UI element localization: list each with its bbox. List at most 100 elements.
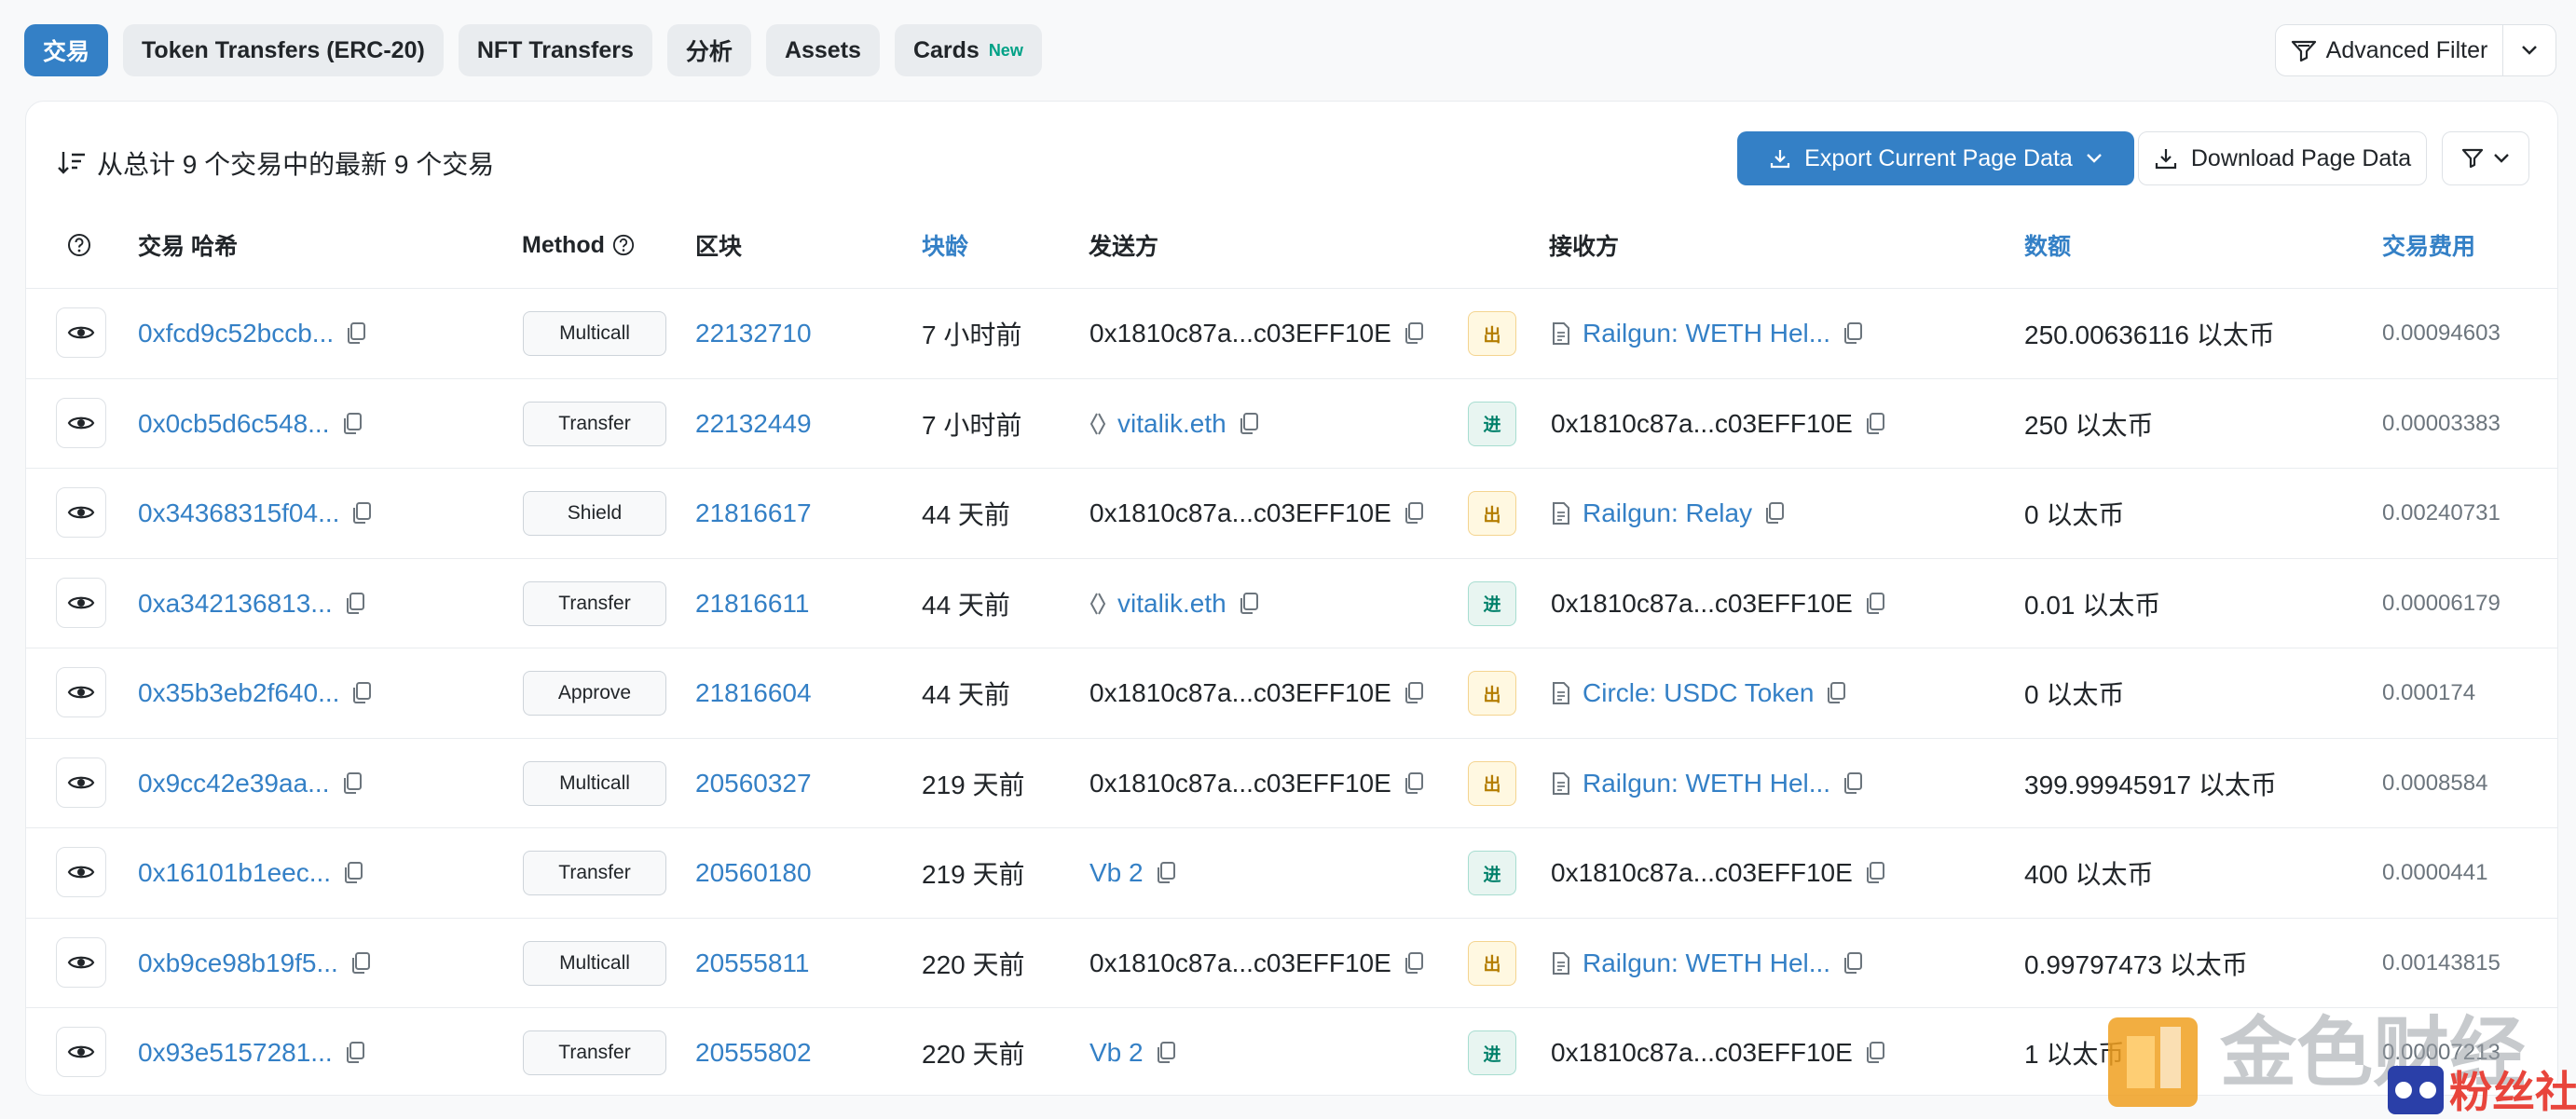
- to-address-link[interactable]: Railgun: WETH Hel...: [1583, 948, 1830, 978]
- copy-hash-icon[interactable]: [345, 321, 367, 346]
- tab-transactions[interactable]: 交易: [24, 24, 109, 76]
- tx-hash-link[interactable]: 0xfcd9c52bccb...: [138, 319, 334, 348]
- copy-hash-icon[interactable]: [342, 861, 364, 885]
- tx-hash-link[interactable]: 0x34368315f04...: [138, 498, 339, 528]
- copy-hash-icon[interactable]: [350, 681, 373, 705]
- copy-from-icon[interactable]: [1403, 771, 1425, 796]
- view-details-button[interactable]: [56, 307, 106, 358]
- copy-hash-icon[interactable]: [341, 771, 363, 796]
- block-link[interactable]: 22132449: [695, 379, 812, 469]
- to-address[interactable]: 0x1810c87a...c03EFF10E: [1551, 409, 1853, 439]
- from-cell: vitalik.eth: [1089, 559, 1260, 648]
- question-circle-icon[interactable]: [612, 234, 635, 256]
- copy-from-icon[interactable]: [1403, 951, 1425, 976]
- block-link[interactable]: 21816611: [695, 559, 810, 648]
- copy-to-icon[interactable]: [1842, 321, 1864, 346]
- copy-to-icon[interactable]: [1864, 861, 1886, 885]
- hash-cell: 0x16101b1eec...: [138, 828, 364, 918]
- tx-hash-link[interactable]: 0x93e5157281...: [138, 1038, 333, 1068]
- copy-from-icon[interactable]: [1238, 412, 1260, 436]
- copy-to-icon[interactable]: [1864, 592, 1886, 616]
- block-link[interactable]: 20555802: [695, 1008, 812, 1098]
- view-details-button[interactable]: [56, 397, 106, 448]
- tab-nft-transfers[interactable]: NFT Transfers: [458, 24, 652, 76]
- from-address-link[interactable]: vitalik.eth: [1117, 589, 1226, 619]
- sort-descending-icon[interactable]: [56, 149, 88, 177]
- copy-from-icon[interactable]: [1403, 681, 1425, 705]
- block-link[interactable]: 20560180: [695, 828, 812, 918]
- tab-token-transfers[interactable]: Token Transfers (ERC-20): [123, 24, 444, 76]
- copy-to-icon[interactable]: [1842, 771, 1864, 796]
- eye-icon: [67, 863, 95, 881]
- from-address-link[interactable]: Vb 2: [1089, 858, 1144, 888]
- amount-cell: 0 以太币: [2024, 500, 2125, 529]
- copy-to-icon[interactable]: [1842, 951, 1864, 976]
- tx-hash-link[interactable]: 0x9cc42e39aa...: [138, 769, 330, 798]
- copy-hash-icon[interactable]: [349, 951, 372, 976]
- copy-from-icon[interactable]: [1403, 501, 1425, 525]
- table-row: 0xb9ce98b19f5... Multicall 20555811 220 …: [26, 919, 2557, 1008]
- view-details-button[interactable]: [56, 757, 106, 808]
- block-link[interactable]: 21816617: [695, 469, 812, 558]
- from-address[interactable]: 0x1810c87a...c03EFF10E: [1089, 319, 1391, 348]
- copy-to-icon[interactable]: [1864, 412, 1886, 436]
- copy-from-icon[interactable]: [1238, 592, 1260, 616]
- eye-icon: [67, 323, 95, 342]
- to-address-link[interactable]: Railgun: Relay: [1583, 498, 1752, 528]
- to-address[interactable]: 0x1810c87a...c03EFF10E: [1551, 858, 1853, 888]
- block-link[interactable]: 20560327: [695, 739, 812, 828]
- download-page-data-button[interactable]: Download Page Data: [2138, 131, 2427, 185]
- tx-hash-link[interactable]: 0x16101b1eec...: [138, 858, 331, 888]
- block-link[interactable]: 20555811: [695, 919, 810, 1008]
- amount-column-header[interactable]: 数额: [2024, 219, 2071, 271]
- view-details-button[interactable]: [56, 667, 106, 717]
- fee-column-header[interactable]: 交易费用: [2382, 219, 2475, 271]
- amount-cell: 0.99797473 以太币: [2024, 949, 2248, 979]
- view-details-button[interactable]: [56, 1027, 106, 1077]
- advanced-filter-main[interactable]: Advanced Filter: [2276, 25, 2502, 75]
- to-address-link[interactable]: Railgun: WETH Hel...: [1583, 769, 1830, 798]
- from-address-link[interactable]: vitalik.eth: [1117, 409, 1226, 439]
- tab-analytics[interactable]: 分析: [666, 24, 751, 76]
- from-address[interactable]: 0x1810c87a...c03EFF10E: [1089, 678, 1391, 708]
- tx-hash-link[interactable]: 0x35b3eb2f640...: [138, 678, 339, 708]
- advanced-filter-dropdown[interactable]: [2502, 25, 2555, 75]
- view-details-button[interactable]: [56, 936, 106, 988]
- to-address-link[interactable]: Railgun: WETH Hel...: [1583, 319, 1830, 348]
- tx-hash-link[interactable]: 0xa342136813...: [138, 589, 333, 619]
- to-address[interactable]: 0x1810c87a...c03EFF10E: [1551, 1038, 1853, 1068]
- copy-from-icon[interactable]: [1155, 1041, 1177, 1065]
- from-address[interactable]: 0x1810c87a...c03EFF10E: [1089, 769, 1391, 798]
- tab-cards[interactable]: Cards New: [894, 24, 1042, 76]
- eye-icon: [67, 773, 95, 792]
- export-page-data-button[interactable]: Export Current Page Data: [1737, 131, 2134, 185]
- advanced-filter-button[interactable]: Advanced Filter: [2275, 24, 2556, 76]
- age-column-header[interactable]: 块龄: [922, 219, 968, 271]
- to-address[interactable]: 0x1810c87a...c03EFF10E: [1551, 589, 1853, 619]
- column-filter-button[interactable]: [2442, 131, 2529, 185]
- copy-hash-icon[interactable]: [341, 412, 363, 436]
- copy-to-icon[interactable]: [1825, 681, 1847, 705]
- direction-badge: 出: [1468, 760, 1516, 806]
- view-details-button[interactable]: [56, 577, 106, 628]
- tab-assets[interactable]: Assets: [765, 24, 880, 76]
- from-address-link[interactable]: Vb 2: [1089, 1038, 1144, 1068]
- copy-from-icon[interactable]: [1155, 861, 1177, 885]
- tx-hash-link[interactable]: 0x0cb5d6c548...: [138, 409, 330, 439]
- copy-to-icon[interactable]: [1864, 1041, 1886, 1065]
- block-link[interactable]: 21816604: [695, 648, 812, 738]
- copy-from-icon[interactable]: [1403, 321, 1425, 346]
- tx-hash-link[interactable]: 0xb9ce98b19f5...: [138, 948, 338, 978]
- eye-icon: [67, 1043, 95, 1061]
- view-details-button[interactable]: [56, 847, 106, 897]
- copy-hash-icon[interactable]: [344, 1041, 366, 1065]
- help-column-header[interactable]: [67, 219, 91, 271]
- view-details-button[interactable]: [56, 487, 106, 538]
- copy-hash-icon[interactable]: [344, 592, 366, 616]
- copy-to-icon[interactable]: [1763, 501, 1786, 525]
- from-address[interactable]: 0x1810c87a...c03EFF10E: [1089, 498, 1391, 528]
- copy-hash-icon[interactable]: [350, 501, 373, 525]
- from-address[interactable]: 0x1810c87a...c03EFF10E: [1089, 948, 1391, 978]
- to-address-link[interactable]: Circle: USDC Token: [1583, 678, 1814, 708]
- block-link[interactable]: 22132710: [695, 289, 812, 378]
